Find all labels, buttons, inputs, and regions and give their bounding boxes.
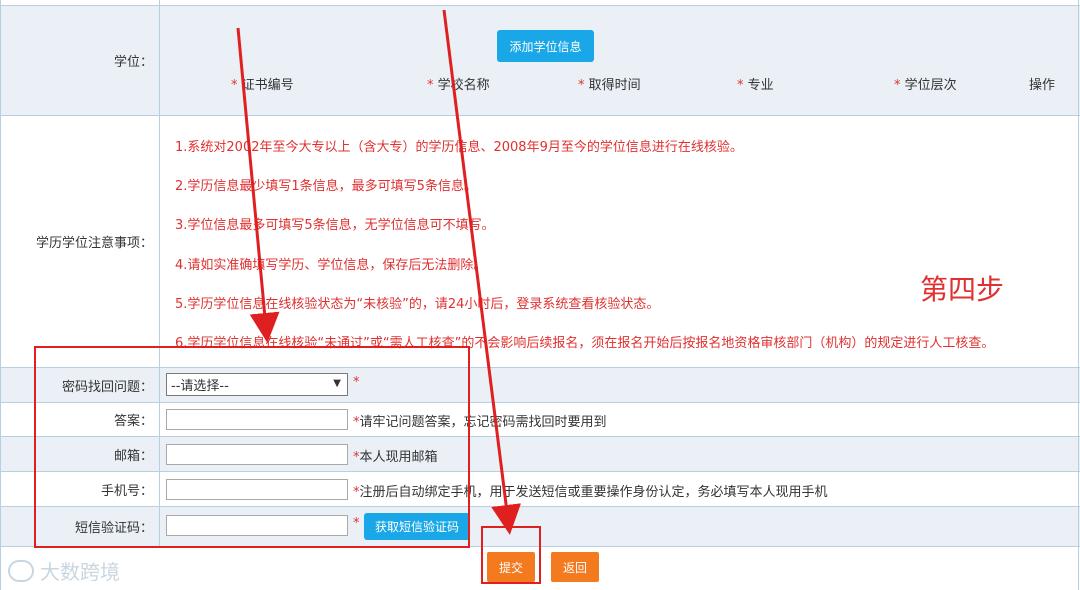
watermark-logo-icon — [8, 559, 34, 582]
step-annotation: 第四步 — [920, 273, 1005, 306]
watermark: 大数跨境 — [8, 556, 120, 585]
annotation-arrows — [236, 9, 522, 535]
arrow-to-form — [236, 27, 280, 343]
arrow-to-submit — [442, 9, 522, 535]
